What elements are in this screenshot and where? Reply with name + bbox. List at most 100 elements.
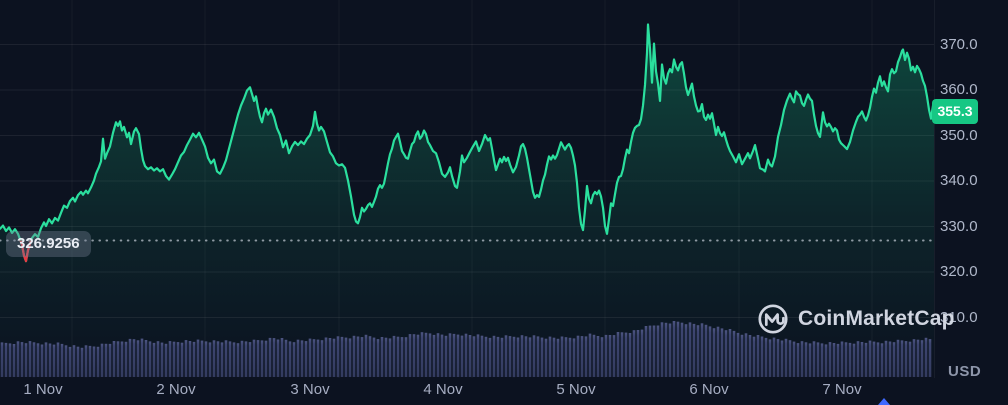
volume-bar [317,340,320,377]
volume-bar [929,339,932,377]
volume-bar [321,340,324,377]
volume-bar [557,339,560,377]
volume-bar [621,332,624,377]
volume-bar [237,343,240,377]
volume-bar [389,338,392,377]
volume-bar [69,347,72,377]
volume-bar [717,327,720,377]
volume-bar [349,338,352,377]
volume-bar [97,347,100,377]
volume-bar [581,336,584,377]
volume-bar [33,342,36,377]
volume-bar [73,345,76,377]
volume-bar [489,338,492,377]
volume-bar [241,341,244,377]
volume-bar [661,322,664,377]
volume-bar [149,341,152,377]
volume-bar [461,336,464,377]
volume-bar [53,345,56,377]
volume-bar [413,334,416,377]
volume-bar [93,347,96,378]
volume-bar [853,344,856,377]
volume-bar [573,338,576,377]
volume-bar [161,343,164,377]
x-axis-label: 4 Nov [413,381,473,398]
volume-bar [705,325,708,377]
volume-bar [873,342,876,377]
volume-bar [545,339,548,377]
timeline-marker-icon[interactable] [878,398,890,405]
volume-bar [553,338,556,377]
volume-bar [113,341,116,377]
chart-canvas[interactable] [0,0,1008,405]
volume-bar [521,335,524,377]
volume-bar [877,342,880,377]
volume-bar [673,321,676,377]
volume-bar [477,334,480,377]
volume-bar [645,326,648,377]
volume-bar [181,343,184,377]
volume-bar [569,338,572,377]
y-axis-label: 350.0 [940,127,1000,144]
volume-bar [765,338,768,377]
volume-bar [29,341,32,377]
volume-bar [233,342,236,377]
volume-bar [445,336,448,377]
y-axis-label: 370.0 [940,36,1000,53]
volume-bar [185,340,188,377]
y-axis-label: 340.0 [940,172,1000,189]
volume-bar [909,342,912,377]
volume-bar [309,339,312,377]
volume-bar [177,342,180,377]
volume-bar [289,341,292,377]
volume-bar [921,340,924,377]
volume-bar [405,337,408,377]
volume-bar [565,337,568,377]
volume-bar [789,340,792,377]
volume-bar [221,342,224,377]
volume-bar [817,342,820,377]
volume-bar [329,338,332,377]
volume-bar [685,324,688,377]
volume-bar [353,336,356,377]
price-chart[interactable]: 370.0360.0350.0340.0330.0320.0310.0 1 No… [0,0,1008,405]
volume-bar [861,342,864,377]
volume-bar [65,345,68,377]
current-price-badge: 355.3 [932,99,978,124]
volume-bar [333,339,336,377]
volume-bar [417,335,420,377]
volume-bar [109,344,112,377]
y-axis-unit-label: USD [948,363,981,380]
y-axis-label: 320.0 [940,263,1000,280]
volume-bar [841,342,844,378]
volume-bar [265,341,268,377]
volume-bar [869,341,872,377]
volume-bar [449,333,452,377]
volume-bar [721,328,724,377]
watermark-text: CoinMarketCap [798,307,955,331]
volume-bar [101,344,104,377]
volume-bar [205,341,208,377]
volume-bar [213,340,216,377]
volume-bar [781,341,784,378]
volume-bar [637,330,640,377]
volume-bar [277,340,280,378]
volume-bar [757,335,760,377]
volume-bar [337,336,340,377]
volume-bar [325,338,328,378]
volume-bar [629,333,632,377]
x-axis-label: 2 Nov [146,381,206,398]
volume-bar [601,337,604,377]
volume-bar [577,336,580,377]
volume-bar [501,338,504,377]
volume-bar [857,341,860,377]
volume-bar [901,340,904,377]
volume-bar [585,336,588,377]
volume-bar [381,337,384,377]
volume-bar [121,342,124,378]
volume-bar [529,337,532,377]
volume-bar [893,342,896,377]
volume-bar [657,326,660,378]
x-axis-label: 7 Nov [812,381,872,398]
volume-bar [745,333,748,377]
